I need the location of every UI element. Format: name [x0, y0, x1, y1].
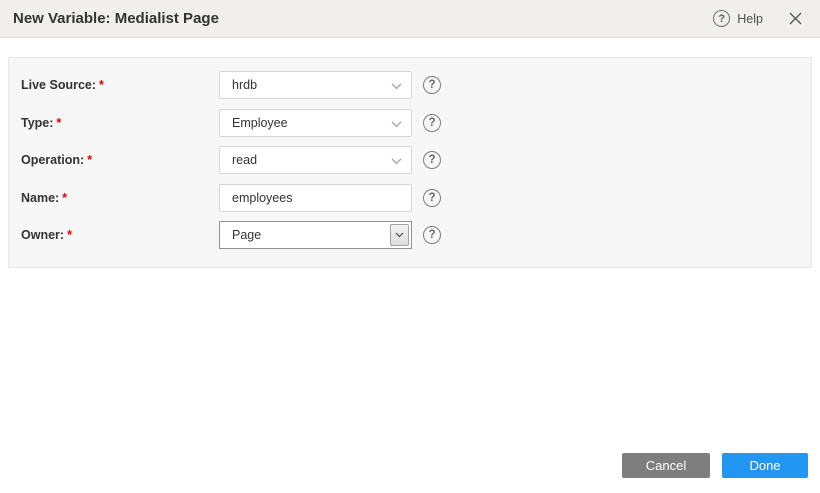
operation-help-icon[interactable]: ?	[423, 151, 441, 169]
header-actions: ? Help	[713, 10, 820, 28]
live-source-value: hrdb	[220, 78, 257, 92]
operation-row: Operation:* read ?	[21, 146, 811, 174]
live-source-help-icon[interactable]: ?	[423, 76, 441, 94]
help-link[interactable]: Help	[737, 12, 763, 26]
required-asterisk: *	[67, 228, 72, 242]
name-label: Name:*	[21, 191, 219, 205]
type-row: Type:* Employee ?	[21, 109, 811, 137]
cancel-button[interactable]: Cancel	[622, 453, 710, 478]
chevron-down-icon	[391, 152, 402, 170]
required-asterisk: *	[56, 116, 61, 130]
owner-row: Owner:* Page ?	[21, 221, 811, 249]
type-help-icon[interactable]: ?	[423, 114, 441, 132]
type-label: Type:*	[21, 116, 219, 130]
dialog-header: New Variable: Medialist Page ? Help	[0, 0, 820, 38]
owner-label: Owner:*	[21, 228, 219, 242]
operation-dropdown[interactable]: read	[219, 146, 412, 174]
owner-help-icon[interactable]: ?	[423, 226, 441, 244]
chevron-down-icon	[391, 114, 402, 132]
done-button[interactable]: Done	[722, 453, 808, 478]
page-title: New Variable: Medialist Page	[0, 10, 219, 27]
form-panel: Live Source:* hrdb ? Type:* Employee ? O…	[8, 57, 812, 268]
name-help-icon[interactable]: ?	[423, 189, 441, 207]
close-icon[interactable]	[786, 10, 804, 28]
dialog-footer: Cancel Done	[622, 453, 808, 478]
name-input[interactable]	[219, 184, 412, 212]
chevron-down-icon	[391, 77, 402, 95]
required-asterisk: *	[62, 191, 67, 205]
live-source-row: Live Source:* hrdb ?	[21, 71, 811, 99]
live-source-label: Live Source:*	[21, 78, 219, 92]
select-arrow-button[interactable]	[390, 224, 409, 246]
type-value: Employee	[220, 116, 288, 130]
help-icon[interactable]: ?	[713, 10, 730, 27]
live-source-dropdown[interactable]: hrdb	[219, 71, 412, 99]
type-dropdown[interactable]: Employee	[219, 109, 412, 137]
name-row: Name:* ?	[21, 184, 811, 212]
required-asterisk: *	[99, 78, 104, 92]
owner-select[interactable]: Page	[219, 221, 412, 249]
owner-value: Page	[220, 228, 261, 242]
required-asterisk: *	[87, 153, 92, 167]
operation-value: read	[220, 153, 257, 167]
operation-label: Operation:*	[21, 153, 219, 167]
new-variable-dialog: New Variable: Medialist Page ? Help Live…	[0, 0, 820, 493]
